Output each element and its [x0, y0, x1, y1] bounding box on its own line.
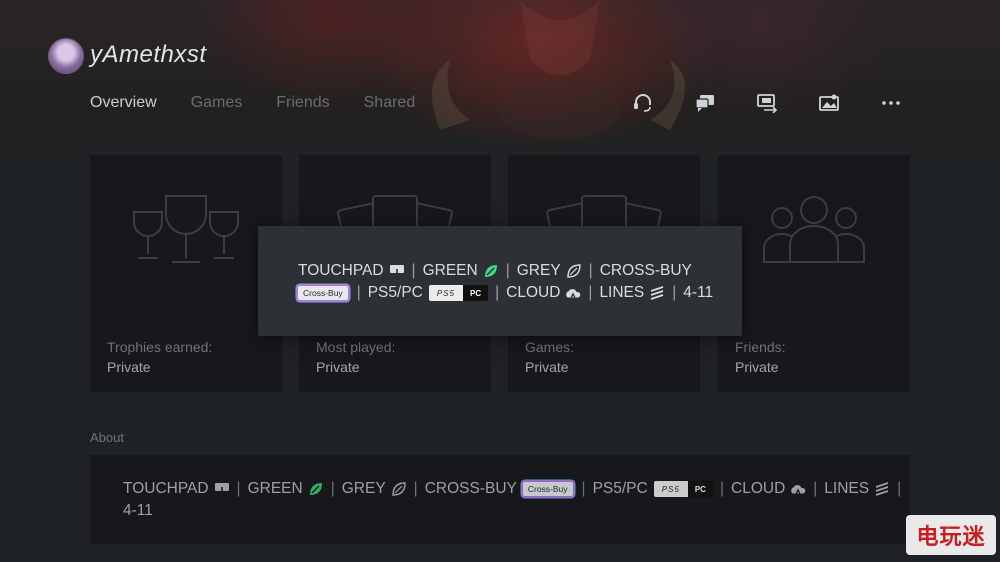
- green-text: GREEN: [422, 262, 478, 279]
- most-played-value: Private: [316, 359, 360, 375]
- about-panel: TOUCHPAD | GREEN | GREY | CROSS-BUY Cros…: [90, 455, 910, 544]
- headset-icon: [634, 94, 651, 112]
- tab-shared[interactable]: Shared: [364, 94, 416, 112]
- username: yAmethxst: [90, 41, 207, 68]
- separator: |: [411, 262, 416, 279]
- trophies-icon: [133, 195, 239, 263]
- tab-overview[interactable]: Overview: [90, 94, 157, 112]
- grey-leaf-icon: [566, 264, 582, 278]
- crossbuy-badge: Cross-Buy: [298, 286, 348, 300]
- media-icon: [819, 94, 839, 111]
- ps5-pc-badge: PS5 PC: [653, 481, 713, 497]
- friends-label: Friends:: [735, 339, 786, 355]
- share-screen-button[interactable]: [754, 92, 780, 114]
- ps5pc-text: PS5/PC: [367, 284, 423, 301]
- more-options-button[interactable]: [878, 92, 904, 114]
- friends-icon: [763, 196, 865, 263]
- tooltip-line-1: TOUCHPAD | GREEN | GREY | CROSS-BUY: [298, 262, 692, 280]
- green-text: GREEN: [247, 480, 303, 497]
- separator: |: [356, 284, 361, 301]
- separator: |: [719, 480, 724, 497]
- media-button[interactable]: [816, 92, 842, 114]
- separator: |: [495, 284, 500, 301]
- crossbuy-text: CROSS-BUY: [599, 262, 692, 279]
- ps5-pc-badge: PS5 PC: [428, 285, 489, 301]
- separator: |: [588, 284, 593, 301]
- games-label: Games:: [525, 339, 575, 355]
- pc-badge: PC: [687, 481, 713, 497]
- trophies-value: Private: [107, 359, 151, 375]
- separator: |: [236, 480, 241, 497]
- crossbuy-text: CROSS-BUY: [424, 480, 517, 497]
- separator: |: [897, 480, 902, 497]
- separator: |: [505, 262, 510, 279]
- lines-text: LINES: [824, 480, 870, 497]
- share-screen-icon: [757, 94, 778, 113]
- friends-tile[interactable]: Friends: Private: [718, 155, 910, 392]
- more-icon: [882, 101, 900, 105]
- ps5-badge: PS5: [653, 481, 688, 497]
- message-button[interactable]: [692, 92, 718, 114]
- tab-friends[interactable]: Friends: [276, 94, 329, 112]
- touchpad-text: TOUCHPAD: [123, 480, 209, 497]
- touchpad-icon: [389, 264, 405, 278]
- headset-button[interactable]: [630, 92, 656, 114]
- touchpad-text: TOUCHPAD: [298, 262, 384, 279]
- touchpad-icon: [214, 482, 230, 496]
- separator: |: [588, 262, 593, 279]
- lines-text: LINES: [599, 284, 645, 301]
- ps5pc-text: PS5/PC: [592, 480, 648, 497]
- range-text: 4-11: [123, 502, 153, 519]
- separator: |: [813, 480, 818, 497]
- cloud-text: CLOUD: [731, 480, 786, 497]
- ps5-badge: PS5: [428, 285, 463, 301]
- tab-games[interactable]: Games: [191, 94, 243, 112]
- separator: |: [413, 480, 418, 497]
- tooltip-line-2: Cross-Buy | PS5/PC PS5 PC | CLOUD | LINE…: [298, 284, 713, 302]
- grey-text: GREY: [341, 480, 386, 497]
- watermark-logo: 电玩迷: [906, 515, 996, 555]
- pc-badge: PC: [462, 285, 489, 301]
- cloud-icon: [790, 482, 806, 496]
- grey-leaf-icon: [391, 482, 407, 496]
- profile-tabs: Overview Games Friends Shared: [90, 94, 449, 112]
- about-heading: About: [90, 430, 124, 445]
- most-played-label: Most played:: [316, 339, 396, 355]
- cloud-icon: [565, 286, 581, 300]
- range-text: 4-11: [683, 284, 714, 301]
- games-value: Private: [525, 359, 569, 375]
- about-line-1: TOUCHPAD | GREEN | GREY | CROSS-BUY Cros…: [123, 480, 908, 498]
- grey-text: GREY: [516, 262, 561, 279]
- separator: |: [330, 480, 335, 497]
- message-icon: [695, 95, 714, 112]
- separator: |: [581, 480, 586, 497]
- feature-tooltip: TOUCHPAD | GREEN | GREY | CROSS-BUY Cros…: [258, 226, 742, 336]
- separator: |: [672, 284, 677, 301]
- green-leaf-icon: [483, 264, 499, 278]
- trophies-label: Trophies earned:: [107, 339, 213, 355]
- crossbuy-badge: Cross-Buy: [522, 482, 573, 496]
- lines-icon: [874, 482, 890, 496]
- green-leaf-icon: [308, 482, 324, 496]
- avatar[interactable]: [48, 38, 84, 74]
- dragon-artwork: [432, 0, 685, 140]
- action-bar: [630, 92, 910, 116]
- about-line-2: 4-11: [123, 502, 153, 520]
- cloud-text: CLOUD: [506, 284, 561, 301]
- lines-icon: [649, 286, 665, 300]
- friends-value: Private: [735, 359, 779, 375]
- trophies-tile[interactable]: Trophies earned: Private: [90, 155, 282, 392]
